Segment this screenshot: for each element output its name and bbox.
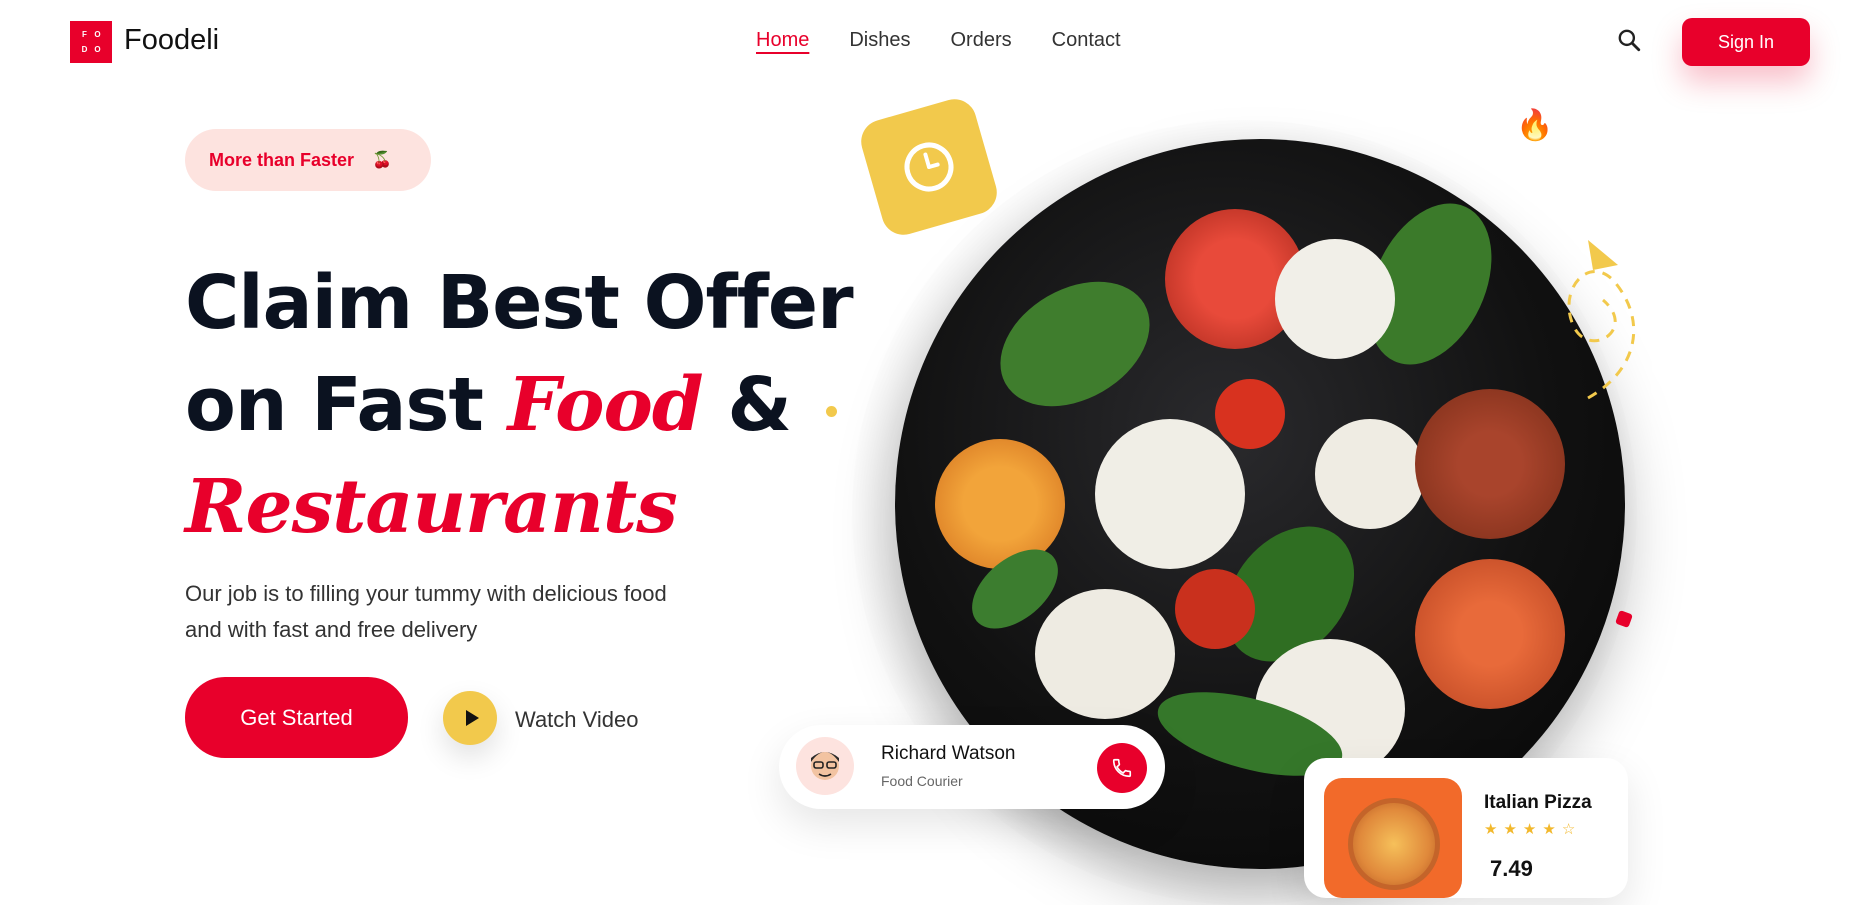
tomato [1175, 569, 1255, 649]
nav-item-orders[interactable]: Orders [951, 29, 1012, 52]
subtitle-line: and with fast and free delivery [185, 617, 478, 642]
star-rating: ★★★★☆ [1484, 820, 1581, 838]
headline-text: & [702, 362, 792, 448]
courier-card: Richard Watson Food Courier [779, 725, 1165, 809]
search-icon[interactable] [1616, 27, 1642, 53]
avatar-illustration [811, 752, 839, 780]
cheese [1095, 419, 1245, 569]
play-triangle [465, 710, 479, 726]
headline-line-2: on Fast Food & [185, 354, 853, 456]
star-icon: ★ [1503, 821, 1523, 838]
nav-item-dishes[interactable]: Dishes [849, 29, 910, 52]
phone-glyph [1112, 758, 1132, 778]
cheese [1275, 239, 1395, 359]
star-icon: ★ [1522, 821, 1543, 838]
headline-highlight-restaurants: Restaurants [185, 464, 678, 550]
courier-name: Richard Watson [881, 743, 1016, 764]
cherry-icon: 🍒 [372, 152, 392, 169]
headline-text: on Fast [185, 362, 508, 448]
cheese [1315, 419, 1425, 529]
logo-letter: D [81, 44, 88, 54]
clock-tile [856, 94, 1002, 240]
get-started-button[interactable]: Get Started [185, 677, 408, 758]
pizza-image [1324, 778, 1462, 898]
star-icon: ★ [1484, 821, 1504, 838]
main-nav: Home Dishes Orders Contact [756, 29, 1121, 52]
hero-headline: Claim Best Offer on Fast Food & Restaura… [185, 252, 854, 558]
headline-line-1: Claim Best Offer [185, 260, 854, 346]
watch-video-link[interactable]: Watch Video [515, 707, 639, 733]
logo-letter: O [94, 44, 101, 54]
tomato [935, 439, 1065, 569]
logo-icon[interactable]: F O D O [70, 21, 112, 63]
brand-name[interactable]: Foodeli [124, 24, 219, 57]
tomato [1215, 379, 1285, 449]
basil-leaf [978, 256, 1172, 432]
nav-item-contact[interactable]: Contact [1052, 29, 1121, 52]
phone-icon[interactable] [1097, 743, 1147, 793]
pizza-price: 7.49 [1490, 856, 1533, 881]
fire-icon: 🔥 [1516, 109, 1554, 142]
clock-icon [904, 142, 954, 192]
tomato [1415, 389, 1565, 539]
tagline-pill: More than Faster 🍒 [185, 129, 431, 191]
sign-in-button[interactable]: Sign In [1682, 18, 1810, 66]
pizza [1348, 798, 1440, 890]
pizza-card[interactable]: Italian Pizza ★★★★☆ 7.49 [1304, 758, 1628, 898]
cheese [1035, 589, 1175, 719]
decor-dot [826, 406, 837, 417]
hero-subtitle: Our job is to filling your tummy with de… [185, 576, 785, 648]
tomato [1415, 559, 1565, 709]
courier-role: Food Courier [881, 773, 963, 789]
play-icon[interactable] [443, 691, 497, 745]
pizza-title: Italian Pizza [1484, 792, 1592, 813]
star-icon: ☆ [1561, 821, 1582, 838]
star-icon: ★ [1542, 821, 1562, 838]
headline-highlight-food: Food [507, 362, 704, 448]
subtitle-line: Our job is to filling your tummy with de… [185, 581, 667, 606]
nav-item-home[interactable]: Home [756, 29, 809, 52]
dashed-arrow-icon [1567, 240, 1636, 400]
avatar [796, 737, 854, 795]
logo-letter: O [94, 29, 101, 39]
logo-letter: F [82, 29, 87, 39]
tagline-label: More than Faster [209, 149, 355, 170]
